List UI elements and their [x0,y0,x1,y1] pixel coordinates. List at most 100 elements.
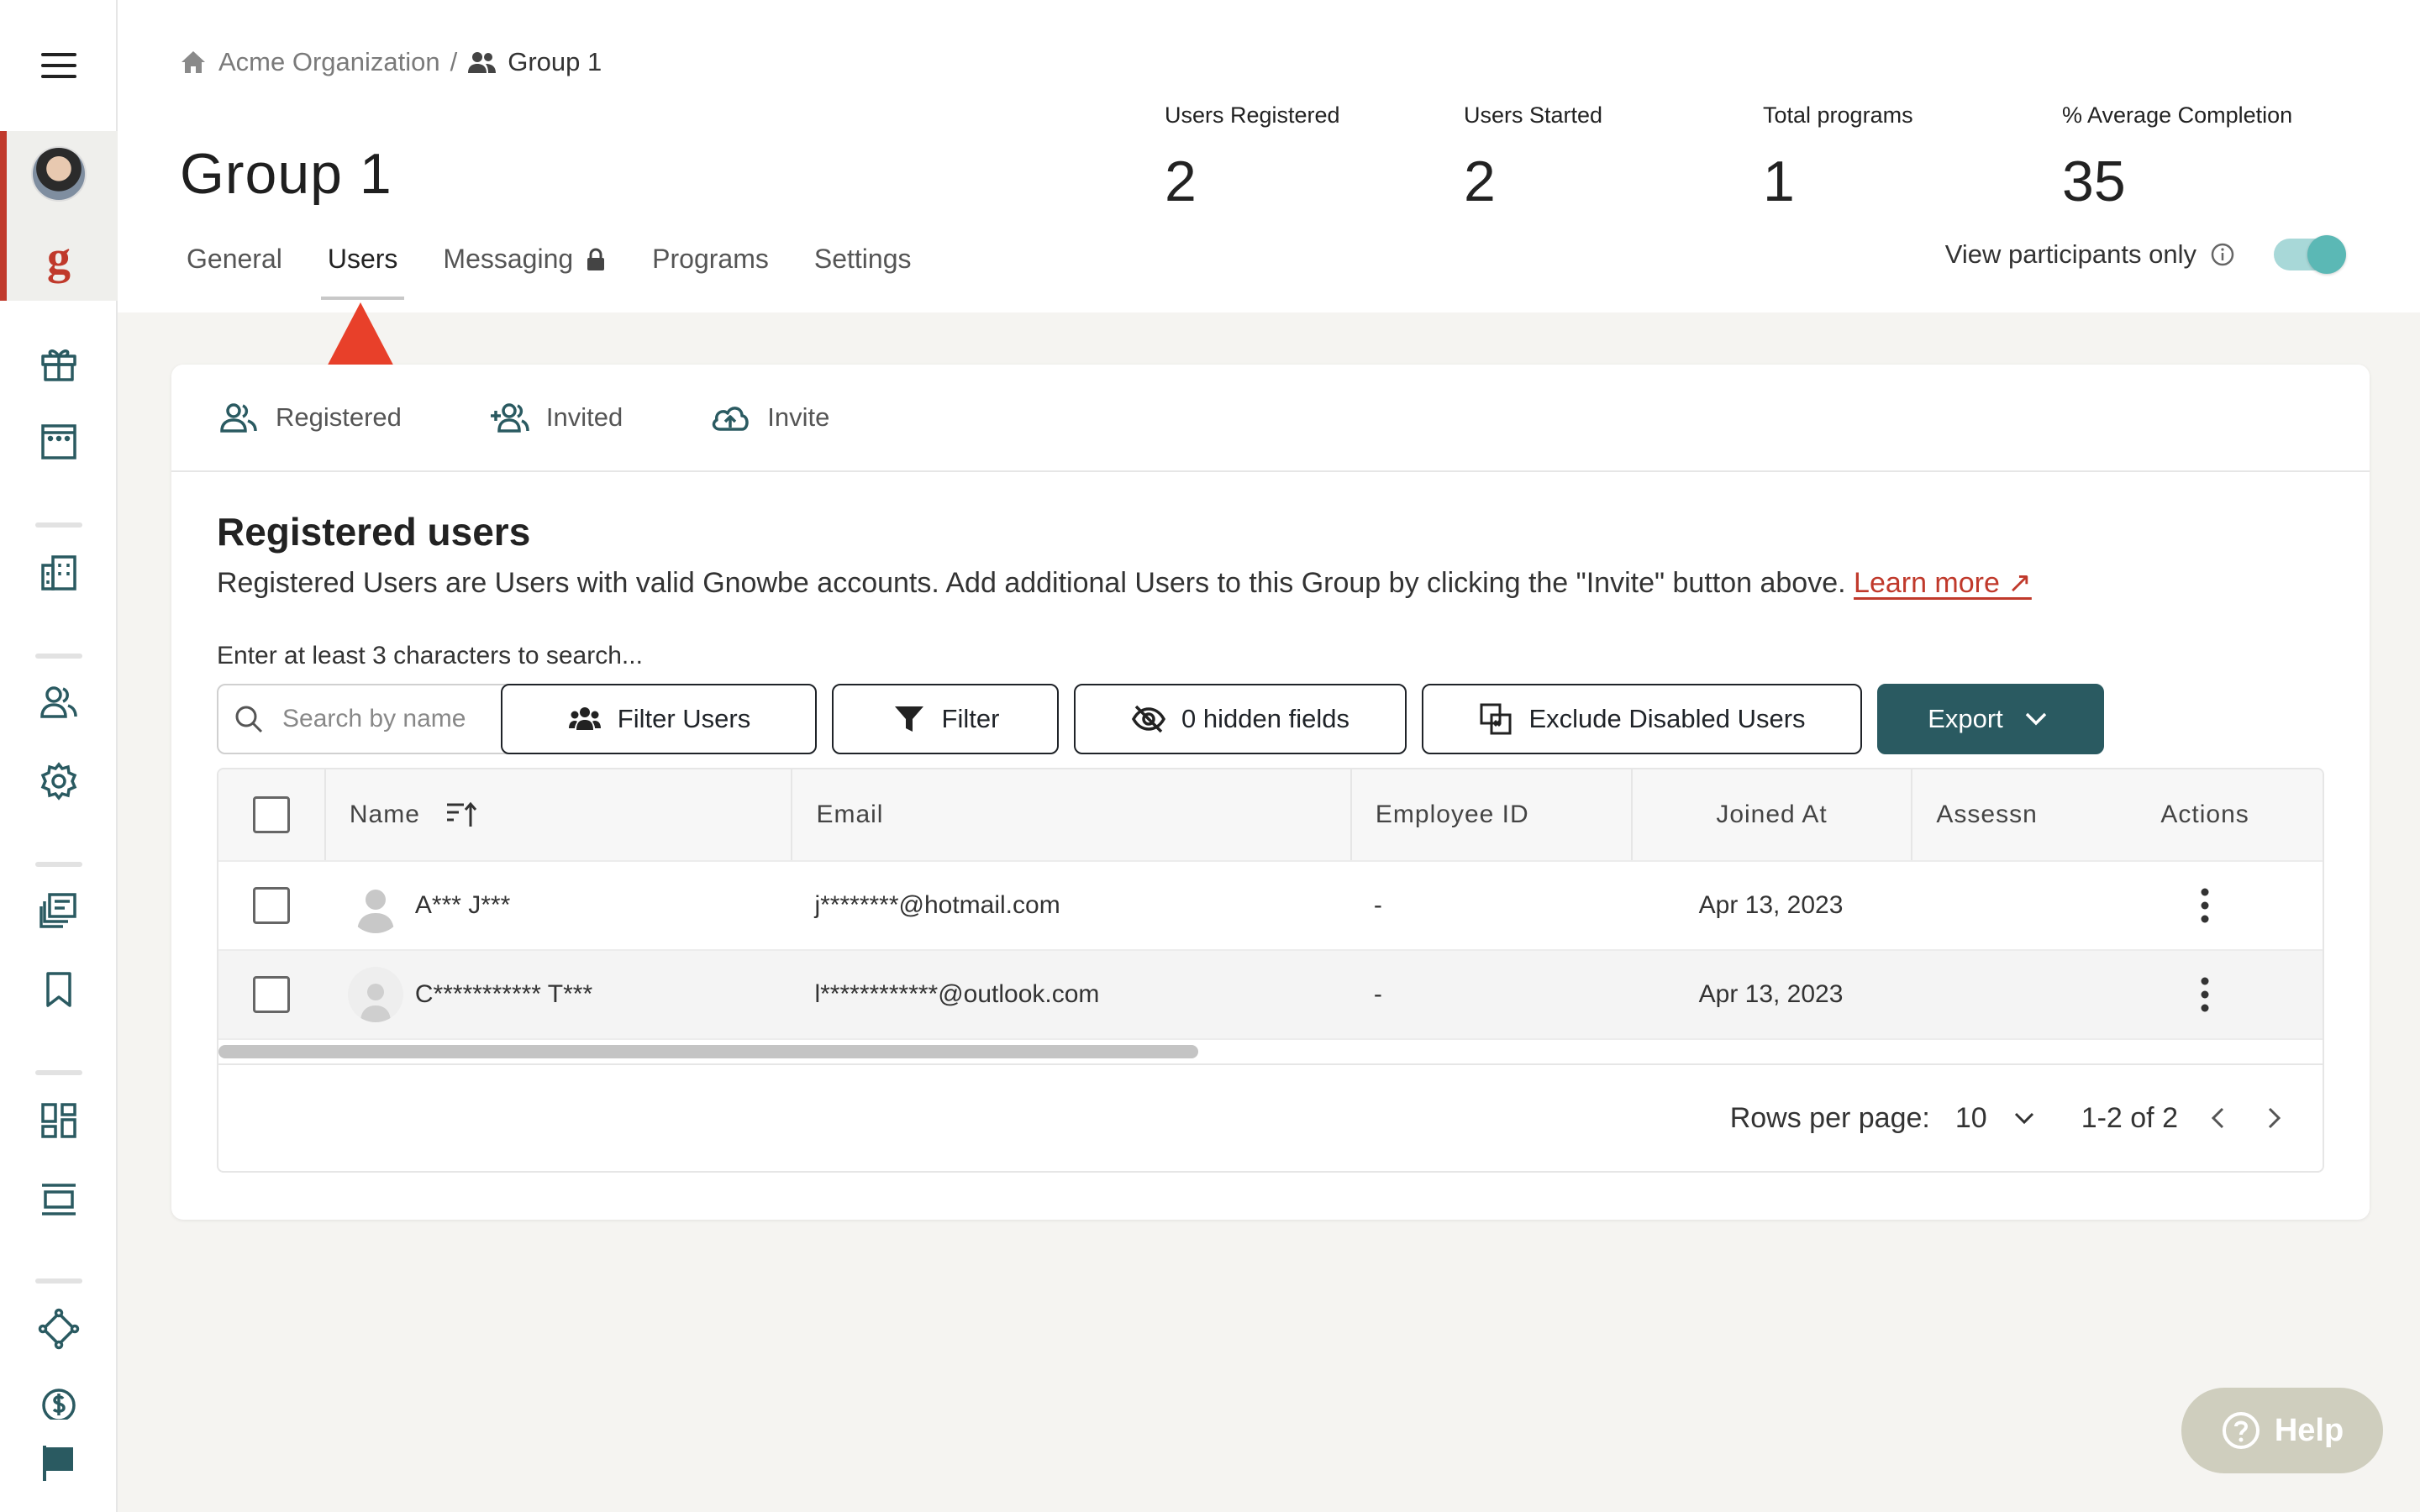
column-header-assessment[interactable]: Assessn [1911,769,2087,860]
dashboard-icon[interactable] [0,1095,118,1146]
help-button[interactable]: Help [2181,1388,2383,1473]
column-header-joined-at[interactable]: Joined At [1630,769,1912,860]
breadcrumb-org-link[interactable]: Acme Organization [218,47,440,77]
column-header-label: Joined At [1716,801,1828,828]
export-button[interactable]: Export [1877,684,2104,754]
stat-users-started: Users Started 2 [1464,102,1763,214]
section-description: Registered Users are Users with valid Gn… [217,566,2032,600]
tab-label: Programs [652,244,769,274]
employee-id-cell: - [1373,980,1382,1008]
row-checkbox[interactable] [252,887,290,924]
select-all-checkbox[interactable] [252,796,290,833]
building-icon[interactable] [0,548,118,598]
library-icon[interactable] [0,885,118,936]
stat-average-completion: % Average Completion 35 [2062,102,2361,214]
sidebar-divider [35,522,82,528]
chevron-left-icon[interactable] [2203,1103,2233,1133]
column-header-employee-id[interactable]: Employee ID [1349,769,1631,860]
row-select-cell [218,951,324,1038]
users-icon[interactable] [0,677,118,727]
chevron-right-icon[interactable] [2259,1103,2289,1133]
bookmark-icon[interactable] [0,964,118,1015]
page-header: Acme Organization / Group 1 Group 1 User… [118,0,2420,312]
users-card: Registered Invited Invite Registered use… [171,365,2370,1220]
pagination: Rows per page: 10 1-2 of 2 [218,1063,2323,1171]
section-description-text: Registered Users are Users with valid Gn… [217,567,1846,599]
tab-label: Settings [813,244,912,274]
stat-label: % Average Completion [2062,102,2293,128]
subtab-label: Invite [767,402,830,432]
info-icon[interactable] [2210,242,2235,267]
table-row[interactable]: C*********** T*** l************@outlook.… [218,949,2323,1038]
more-vertical-icon[interactable] [2200,976,2210,1013]
row-checkbox[interactable] [252,976,290,1013]
stats-row: Users Registered 2 Users Started 2 Total… [1165,102,2361,214]
tab-label: General [187,244,282,274]
gear-icon[interactable] [0,756,118,806]
row-select-cell [218,862,324,949]
copy-exclude-icon [1480,703,1512,735]
calendar-board-icon[interactable] [0,417,118,467]
breadcrumb-separator: / [450,47,458,76]
user-avatar-icon [348,878,403,933]
stat-value: 1 [1763,150,1795,213]
sidebar-divider [35,862,82,867]
scrollbar-thumb[interactable] [218,1045,1198,1058]
subtab-registered[interactable]: Registered [218,401,402,434]
stat-label: Users Registered [1165,102,1340,128]
more-vertical-icon[interactable] [2200,887,2210,924]
column-header-email[interactable]: Email [791,769,1349,860]
layout-icon[interactable] [0,1174,118,1225]
users-table: Name Email Employee ID Joined At Assessn… [217,768,2324,1173]
chevron-down-icon [2014,1112,2033,1125]
tab-general[interactable]: General [187,244,282,300]
filter-button[interactable]: Filter [832,684,1059,754]
hidden-fields-button[interactable]: 0 hidden fields [1074,684,1407,754]
learn-more-link[interactable]: Learn more ↗ [1854,567,2032,599]
stat-users-registered: Users Registered 2 [1165,102,1464,214]
gift-icon[interactable] [0,338,118,388]
subtab-invite[interactable]: Invite [710,401,829,434]
horizontal-scrollbar[interactable] [218,1038,2323,1063]
breadcrumb: Acme Organization / Group 1 [178,47,602,77]
column-header-name[interactable]: Name [324,769,792,860]
tab-programs[interactable]: Programs [652,244,769,300]
stat-value: 2 [1464,150,1496,213]
tab-users[interactable]: Users [320,244,404,300]
user-name: C*********** T*** [414,980,593,1008]
sidebar-divider [35,654,82,659]
stat-value: 2 [1165,150,1197,213]
breadcrumb-current: Group 1 [508,47,602,76]
button-label: Filter [941,704,1000,733]
subtab-label: Invited [545,402,623,432]
table-row[interactable]: A*** J*** j********@hotmail.com - Apr 13… [218,860,2323,949]
menu-icon[interactable] [0,39,118,92]
subtab-invited[interactable]: Invited [489,401,623,434]
employee-id-cell: - [1373,891,1382,919]
name-cell: C*********** T*** [324,951,792,1038]
lock-icon [587,248,605,270]
view-participants-label: View participants only [1944,239,2196,269]
button-label: Filter Users [617,704,751,733]
rows-per-page-select[interactable]: 10 [1955,1102,2039,1135]
joined-at-cell: Apr 13, 2023 [1698,980,1844,1008]
question-circle-icon [2222,1412,2260,1449]
filter-users-button[interactable]: Filter Users [501,684,817,754]
group-icon [468,52,497,73]
billing-icon[interactable] [0,1383,118,1420]
tab-settings[interactable]: Settings [814,244,912,300]
users-group-icon [568,707,601,730]
flag-icon[interactable] [0,1438,118,1488]
tab-messaging[interactable]: Messaging [443,244,607,300]
sidebar-user-avatar[interactable] [0,143,118,205]
exclude-disabled-users-button[interactable]: Exclude Disabled Users [1422,684,1862,754]
button-label: Exclude Disabled Users [1528,704,1806,733]
rows-per-page-value: 10 [1954,1101,1987,1134]
view-participants-toggle[interactable] [2274,235,2346,274]
section-title: Registered users [217,510,531,554]
sort-ascending-icon[interactable] [445,800,479,830]
integration-icon[interactable] [0,1304,118,1354]
column-header-label: Employee ID [1375,801,1529,828]
sidebar-logo[interactable]: g [0,227,118,289]
column-header-label: Email [816,801,884,828]
